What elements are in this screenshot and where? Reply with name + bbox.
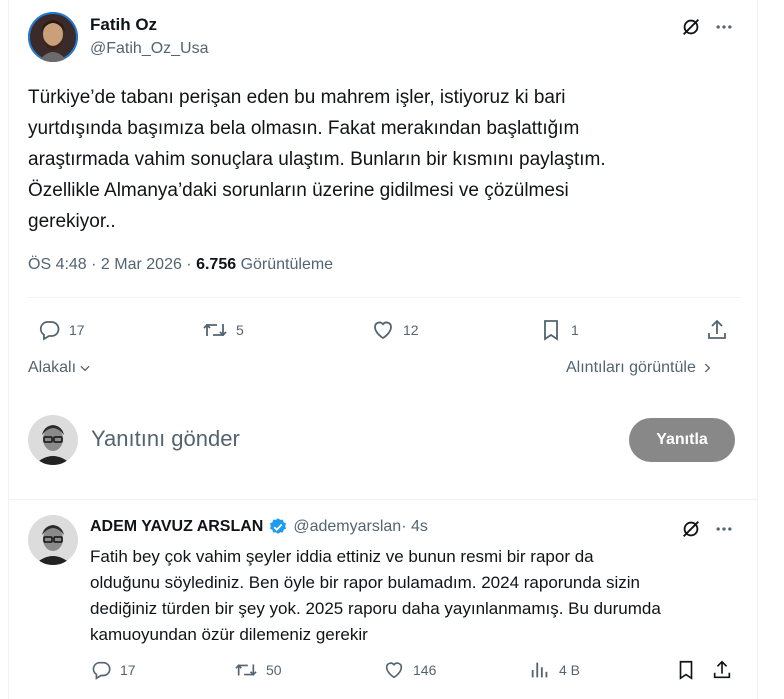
like-icon bbox=[385, 662, 403, 679]
tweet-text-line: gerekiyor.. bbox=[28, 211, 116, 232]
tweet-text-line: Özellikle Almanya’daki sorunların üzerin… bbox=[28, 180, 569, 201]
reply-repost-action[interactable]: 50 bbox=[234, 659, 282, 681]
view-quotes-link[interactable]: Alıntıları görüntüle bbox=[566, 359, 714, 377]
reply-views-count: 4 B bbox=[559, 662, 581, 678]
reply-text-line: Fatih bey çok vahim şeyler iddia ettiniz… bbox=[90, 547, 594, 566]
views-count: 6.756 bbox=[196, 256, 237, 273]
reply-author-name[interactable]: ADEM YAVUZ ARSLAN bbox=[90, 518, 263, 536]
repost-icon bbox=[235, 664, 257, 676]
author-avatar[interactable] bbox=[28, 12, 78, 62]
reply-grok-icon[interactable] bbox=[678, 516, 704, 542]
like-count: 12 bbox=[403, 322, 419, 338]
repost-action[interactable]: 5 bbox=[202, 318, 244, 342]
reply-like-action[interactable]: 146 bbox=[383, 659, 436, 681]
reply-text-line: dediğiniz türden bir şey yok. 2025 rapor… bbox=[90, 599, 661, 618]
reply-reply-action[interactable]: 17 bbox=[90, 659, 136, 681]
reply-submit-button[interactable]: Yanıtla bbox=[629, 418, 735, 462]
reply-icon bbox=[92, 661, 111, 680]
reply-bookmark-icon[interactable] bbox=[675, 659, 697, 681]
tweet-timestamp[interactable]: ÖS 4:48 · 2 Mar 2026 · bbox=[28, 256, 196, 273]
author-name[interactable]: Fatih Oz bbox=[90, 15, 157, 35]
sort-dropdown[interactable]: Alakalı bbox=[28, 359, 92, 377]
bookmark-icon bbox=[544, 320, 558, 341]
reply-action[interactable]: 17 bbox=[37, 318, 85, 342]
more-icon[interactable] bbox=[711, 14, 737, 40]
tweet-text-line: Türkiye’de tabanı perişan eden bu mahrem… bbox=[28, 87, 566, 108]
tweet-text: Türkiye’de tabanı perişan eden bu mahrem… bbox=[28, 82, 748, 237]
bookmark-action[interactable]: 1 bbox=[539, 318, 579, 342]
reply-more-icon[interactable] bbox=[711, 516, 737, 542]
grok-icon[interactable] bbox=[678, 14, 704, 40]
chevron-down-icon bbox=[80, 365, 90, 372]
reply-count: 17 bbox=[69, 322, 85, 338]
like-action[interactable]: 12 bbox=[371, 318, 419, 342]
like-icon bbox=[374, 321, 392, 340]
reply-views-action[interactable]: 4 B bbox=[529, 659, 580, 681]
repost-count: 5 bbox=[236, 322, 244, 338]
author-handle[interactable]: @Fatih_Oz_Usa bbox=[90, 40, 209, 58]
reply-input[interactable]: Yanıtını gönder bbox=[91, 426, 240, 452]
reply-text-line: olduğunu söylediniz. Ben öyle bir rapor … bbox=[90, 573, 641, 592]
bookmark-count: 1 bbox=[571, 322, 579, 338]
reply-text: Fatih bey çok vahim şeyler iddia ettiniz… bbox=[90, 544, 750, 648]
reply-author-avatar[interactable] bbox=[28, 515, 78, 565]
tweet-text-line: araştırmada vahim sonuçlara ulaştım. Bun… bbox=[28, 149, 606, 170]
views-label: Görüntüleme bbox=[236, 256, 334, 273]
reply-reply-count: 17 bbox=[120, 662, 136, 678]
sort-label: Alakalı bbox=[28, 359, 77, 376]
chevron-right-icon bbox=[704, 363, 711, 373]
verified-icon bbox=[270, 518, 287, 534]
view-quotes-label: Alıntıları görüntüle bbox=[566, 359, 696, 376]
reply-repost-count: 50 bbox=[266, 662, 282, 678]
tweet-meta: ÖS 4:48 · 2 Mar 2026 · 6.756 Görüntüleme bbox=[28, 256, 333, 274]
reply-author-handle[interactable]: @ademyarslan bbox=[293, 518, 401, 536]
divider bbox=[28, 297, 740, 298]
reply-text-line: kamuoyundan özür dilemeniz gerekir bbox=[90, 625, 368, 644]
section-separator bbox=[9, 499, 758, 500]
repost-icon bbox=[203, 323, 227, 337]
share-icon[interactable] bbox=[705, 318, 729, 342]
reply-icon bbox=[39, 321, 60, 341]
views-icon bbox=[531, 662, 548, 678]
tweet-text-line: yurtdışında başımıza bela olmasın. Fakat… bbox=[28, 118, 580, 139]
reply-header: ADEM YAVUZ ARSLAN @ademyarslan · 4s bbox=[90, 517, 428, 537]
reply-like-count: 146 bbox=[413, 662, 437, 678]
current-user-avatar bbox=[28, 415, 78, 465]
reply-share-icon[interactable] bbox=[711, 659, 733, 681]
timeline-column: Fatih Oz @Fatih_Oz_Usa Türkiye’de tabanı… bbox=[8, 0, 758, 699]
reply-timestamp[interactable]: · 4s bbox=[401, 518, 428, 536]
